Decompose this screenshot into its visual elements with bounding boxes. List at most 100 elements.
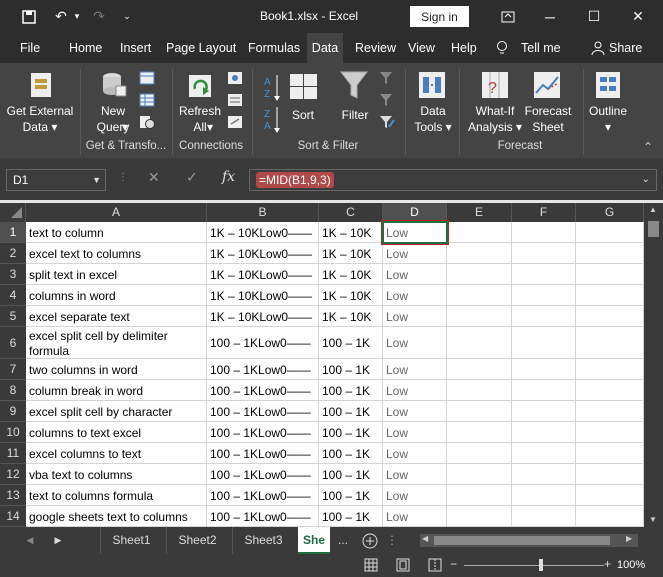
cell[interactable]: Low bbox=[383, 485, 447, 506]
close-icon[interactable]: ✕ bbox=[618, 0, 658, 33]
cell[interactable] bbox=[576, 422, 644, 443]
cell[interactable] bbox=[512, 422, 576, 443]
cell[interactable] bbox=[576, 222, 644, 243]
cancel-icon[interactable]: ✕ bbox=[148, 169, 160, 186]
share-icon[interactable] bbox=[591, 33, 605, 63]
cell[interactable] bbox=[512, 264, 576, 285]
insert-function-icon[interactable]: fx bbox=[222, 169, 235, 185]
cell[interactable]: excel separate text bbox=[26, 306, 207, 327]
prev-sheet-icon[interactable]: ◀ bbox=[22, 527, 38, 554]
row-header[interactable]: 14 bbox=[0, 506, 26, 527]
cell[interactable] bbox=[447, 422, 512, 443]
cell[interactable]: 1K – 10K bbox=[319, 243, 383, 264]
cell[interactable]: 1K – 10K bbox=[319, 264, 383, 285]
cell[interactable] bbox=[512, 506, 576, 527]
row-header[interactable]: 12 bbox=[0, 464, 26, 485]
expand-formula-icon[interactable]: ⌄ bbox=[642, 174, 650, 185]
cell[interactable]: 100 – 1K bbox=[319, 464, 383, 485]
cell[interactable]: Low bbox=[383, 422, 447, 443]
cell[interactable]: Low bbox=[383, 506, 447, 527]
tab-help[interactable]: Help bbox=[451, 33, 477, 63]
scroll-right-icon[interactable]: ▶ bbox=[626, 534, 632, 543]
recent-sources-icon[interactable] bbox=[139, 115, 155, 129]
cell[interactable]: 100 – 1K bbox=[319, 359, 383, 380]
zoom-slider[interactable] bbox=[464, 565, 604, 566]
cell[interactable] bbox=[576, 264, 644, 285]
cell[interactable]: 100 – 1K bbox=[319, 327, 383, 359]
cell[interactable]: split text in excel bbox=[26, 264, 207, 285]
cell[interactable]: 100 – 1KLow0—— bbox=[207, 485, 319, 506]
cell[interactable]: excel columns to text bbox=[26, 443, 207, 464]
sheet-tab-2[interactable]: Sheet2 bbox=[166, 527, 228, 554]
column-header-d[interactable]: D bbox=[383, 203, 447, 222]
scroll-left-icon[interactable]: ◀ bbox=[422, 534, 428, 543]
cell[interactable]: 1K – 10KLow0—— bbox=[207, 243, 319, 264]
properties-icon[interactable] bbox=[227, 93, 243, 107]
cell[interactable] bbox=[512, 222, 576, 243]
cell[interactable]: 100 – 1KLow0—— bbox=[207, 464, 319, 485]
name-box-dropdown-icon[interactable]: ▼ bbox=[92, 170, 101, 190]
cell[interactable]: 1K – 10KLow0—— bbox=[207, 285, 319, 306]
cell[interactable] bbox=[447, 243, 512, 264]
show-queries-icon[interactable] bbox=[139, 71, 155, 85]
cell[interactable] bbox=[576, 306, 644, 327]
scroll-up-icon[interactable]: ▲ bbox=[649, 205, 657, 214]
cell[interactable] bbox=[576, 506, 644, 527]
cell[interactable]: 100 – 1KLow0—— bbox=[207, 422, 319, 443]
undo-dropdown-icon[interactable]: ▾ bbox=[70, 0, 84, 33]
cell[interactable]: 100 – 1KLow0—— bbox=[207, 327, 319, 359]
cell[interactable]: 1K – 10K bbox=[319, 222, 383, 243]
cell[interactable]: 100 – 1KLow0—— bbox=[207, 506, 319, 527]
row-header[interactable]: 11 bbox=[0, 443, 26, 464]
cell[interactable]: two columns in word bbox=[26, 359, 207, 380]
horizontal-scroll-thumb[interactable] bbox=[434, 536, 610, 545]
tab-review[interactable]: Review bbox=[355, 33, 396, 63]
sort-button[interactable]: Sort bbox=[285, 107, 321, 123]
cell[interactable]: 100 – 1K bbox=[319, 401, 383, 422]
reapply-filter-icon[interactable] bbox=[379, 93, 395, 107]
column-header-c[interactable]: C bbox=[319, 203, 383, 222]
cell[interactable]: text to columns formula bbox=[26, 485, 207, 506]
zoom-slider-thumb[interactable] bbox=[539, 559, 543, 571]
forecast-sheet-button[interactable]: Forecast Sheet bbox=[522, 103, 574, 135]
cell[interactable]: Low bbox=[383, 443, 447, 464]
cell[interactable] bbox=[512, 306, 576, 327]
cell[interactable]: 1K – 10KLow0—— bbox=[207, 222, 319, 243]
sheet-tab-active[interactable]: She bbox=[298, 527, 330, 554]
get-external-data-button[interactable]: Get External Data ▾ bbox=[2, 103, 78, 135]
data-tools-button[interactable]: Data Tools ▾ bbox=[410, 103, 456, 135]
scroll-down-icon[interactable]: ▼ bbox=[649, 515, 657, 524]
new-query-dropdown-icon[interactable]: ▾ bbox=[88, 119, 138, 135]
select-all-corner[interactable] bbox=[0, 203, 26, 222]
share-button[interactable]: Share bbox=[609, 33, 642, 63]
tab-data[interactable]: Data bbox=[307, 33, 343, 63]
cell[interactable]: Low bbox=[383, 327, 447, 359]
row-header[interactable]: 7 bbox=[0, 359, 26, 380]
new-sheet-icon[interactable] bbox=[360, 527, 380, 554]
cell[interactable] bbox=[576, 359, 644, 380]
vertical-scroll-thumb[interactable] bbox=[648, 221, 659, 237]
sort-az-icon[interactable]: AZ bbox=[262, 73, 282, 106]
connections-icon[interactable] bbox=[227, 71, 243, 85]
cell[interactable]: 100 – 1K bbox=[319, 380, 383, 401]
column-header-g[interactable]: G bbox=[576, 203, 644, 222]
tab-view[interactable]: View bbox=[408, 33, 435, 63]
cell[interactable] bbox=[576, 443, 644, 464]
refresh-all-dropdown-icon[interactable]: ▾ bbox=[200, 119, 220, 135]
cell[interactable]: 100 – 1K bbox=[319, 485, 383, 506]
cell[interactable]: 100 – 1KLow0—— bbox=[207, 359, 319, 380]
cell[interactable] bbox=[512, 243, 576, 264]
maximize-icon[interactable]: ☐ bbox=[574, 0, 614, 33]
cell[interactable] bbox=[447, 222, 512, 243]
cell[interactable]: Low bbox=[383, 264, 447, 285]
cell[interactable] bbox=[512, 464, 576, 485]
page-break-view-icon[interactable] bbox=[428, 558, 442, 575]
cell[interactable] bbox=[447, 380, 512, 401]
cell[interactable]: Low bbox=[383, 243, 447, 264]
cell[interactable]: vba text to columns bbox=[26, 464, 207, 485]
cell[interactable]: Low bbox=[383, 285, 447, 306]
cell[interactable]: Low bbox=[383, 401, 447, 422]
more-sheets-button[interactable]: ... bbox=[332, 527, 354, 554]
column-header-b[interactable]: B bbox=[207, 203, 319, 222]
cell[interactable]: 100 – 1K bbox=[319, 506, 383, 527]
